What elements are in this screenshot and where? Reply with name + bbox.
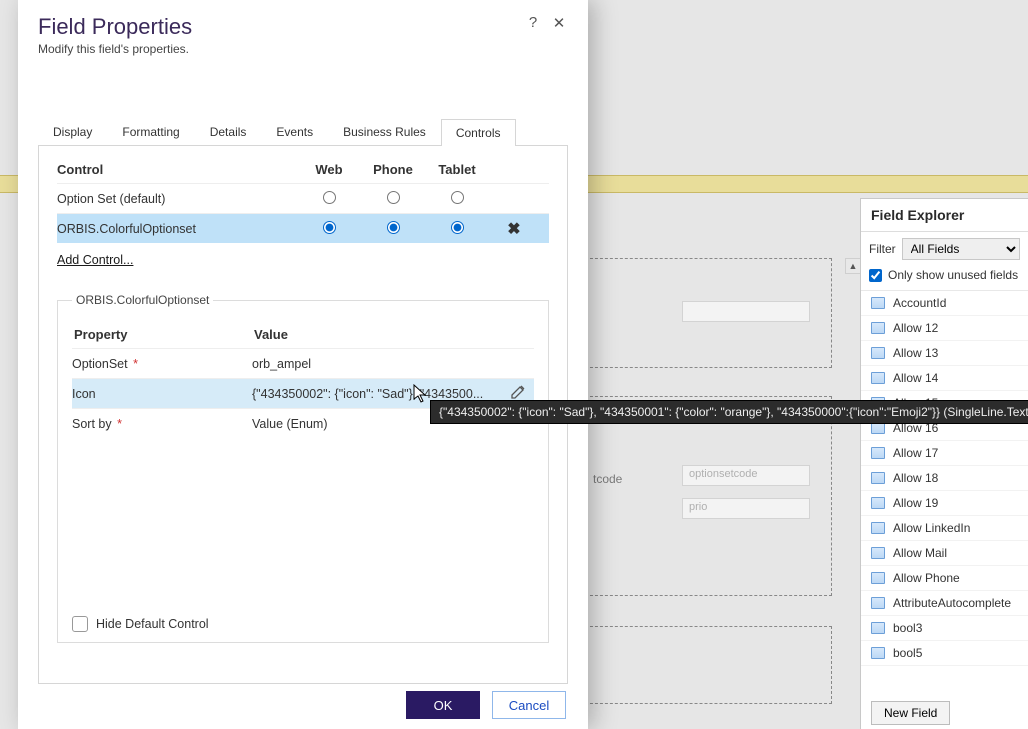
col-property: Property	[74, 327, 254, 342]
radio-phone[interactable]	[387, 191, 400, 204]
help-icon[interactable]: ?	[524, 14, 542, 32]
control-property-group: ORBIS.ColorfulOptionset Property Value O…	[57, 293, 549, 643]
filter-select[interactable]: All Fields	[902, 238, 1020, 260]
radio-web[interactable]	[323, 221, 336, 234]
tab-details[interactable]: Details	[195, 118, 262, 145]
field-explorer-item-label: Allow 13	[893, 346, 938, 360]
control-name: ORBIS.ColorfulOptionset	[57, 222, 297, 236]
background-form-area: tcode optionsetcode prio	[580, 258, 840, 718]
field-explorer-item[interactable]: Allow 14	[861, 366, 1028, 391]
field-icon	[871, 347, 885, 359]
field-explorer-item-label: Allow 12	[893, 321, 938, 335]
field-explorer-item[interactable]: Allow Mail	[861, 541, 1028, 566]
bg-field-label-code: tcode	[593, 472, 622, 486]
field-explorer-item[interactable]: Allow 12	[861, 316, 1028, 341]
property-row[interactable]: OptionSet *orb_ampel	[72, 348, 534, 378]
property-value: orb_ampel	[252, 357, 502, 371]
field-icon	[871, 522, 885, 534]
field-explorer-item[interactable]: bool5	[861, 641, 1028, 666]
col-tablet: Tablet	[425, 162, 489, 177]
control-name: Option Set (default)	[57, 192, 297, 206]
field-explorer-item-label: Allow 14	[893, 371, 938, 385]
field-icon	[871, 447, 885, 459]
field-explorer-item[interactable]: bool3	[861, 616, 1028, 641]
field-explorer-item-label: Allow 17	[893, 446, 938, 460]
field-explorer-item[interactable]: Allow Phone	[861, 566, 1028, 591]
col-web: Web	[297, 162, 361, 177]
field-icon	[871, 597, 885, 609]
field-explorer-item[interactable]: Allow 13	[861, 341, 1028, 366]
col-control: Control	[57, 162, 297, 177]
tab-events[interactable]: Events	[261, 118, 328, 145]
radio-tablet[interactable]	[451, 221, 464, 234]
filter-label: Filter	[869, 242, 896, 256]
field-explorer-item-label: Allow LinkedIn	[893, 521, 970, 535]
dialog-subtitle: Modify this field's properties.	[38, 42, 516, 56]
tab-business-rules[interactable]: Business Rules	[328, 118, 441, 145]
field-explorer-title: Field Explorer	[861, 199, 1028, 232]
property-group-legend: ORBIS.ColorfulOptionset	[72, 293, 213, 307]
radio-phone[interactable]	[387, 221, 400, 234]
control-row[interactable]: Option Set (default)	[57, 183, 549, 213]
property-name: Icon	[72, 387, 252, 401]
field-icon	[871, 572, 885, 584]
only-unused-label: Only show unused fields	[888, 268, 1018, 282]
field-explorer-item-label: Allow 18	[893, 471, 938, 485]
add-control-link[interactable]: Add Control...	[57, 253, 133, 267]
radio-tablet[interactable]	[451, 191, 464, 204]
property-name: Sort by *	[72, 417, 252, 431]
property-name: OptionSet *	[72, 357, 252, 371]
radio-web[interactable]	[323, 191, 336, 204]
col-value: Value	[254, 327, 500, 342]
field-explorer-item[interactable]: Allow LinkedIn	[861, 516, 1028, 541]
field-properties-dialog: Field Properties Modify this field's pro…	[18, 0, 588, 729]
tooltip: {"434350002": {"icon": "Sad"}, "43435000…	[430, 400, 1028, 424]
hide-default-checkbox[interactable]	[72, 616, 88, 632]
field-explorer-item-label: AccountId	[893, 296, 946, 310]
hide-default-label: Hide Default Control	[96, 617, 209, 631]
ok-button[interactable]: OK	[406, 691, 480, 719]
field-icon	[871, 622, 885, 634]
field-explorer-item[interactable]: Allow 18	[861, 466, 1028, 491]
field-explorer-item-label: bool3	[893, 621, 922, 635]
bg-scrollbar[interactable]: ▲	[845, 258, 861, 718]
new-field-button[interactable]: New Field	[871, 701, 950, 725]
field-icon	[871, 372, 885, 384]
field-explorer-item[interactable]: AttributeAutocomplete	[861, 591, 1028, 616]
field-icon	[871, 647, 885, 659]
field-explorer-item[interactable]: Allow 17	[861, 441, 1028, 466]
field-explorer-item[interactable]: AccountId	[861, 291, 1028, 316]
field-icon	[871, 322, 885, 334]
col-phone: Phone	[361, 162, 425, 177]
tabs: DisplayFormattingDetailsEventsBusiness R…	[38, 118, 568, 146]
field-explorer-item-label: Allow 19	[893, 496, 938, 510]
field-explorer-item-label: Allow Mail	[893, 546, 947, 560]
field-explorer-item-label: AttributeAutocomplete	[893, 596, 1011, 610]
field-icon	[871, 497, 885, 509]
bg-field-prio: prio	[682, 498, 810, 519]
field-explorer-panel: Field Explorer Filter All Fields Only sh…	[860, 198, 1028, 729]
tab-controls[interactable]: Controls	[441, 119, 516, 146]
close-icon[interactable]: ✕	[550, 14, 568, 32]
delete-control-icon[interactable]: ✖	[507, 219, 520, 239]
only-unused-checkbox[interactable]	[869, 269, 882, 282]
field-explorer-item-label: bool5	[893, 646, 922, 660]
dialog-title: Field Properties	[38, 14, 516, 40]
field-explorer-item[interactable]: Allow 19	[861, 491, 1028, 516]
control-row[interactable]: ORBIS.ColorfulOptionset ✖	[57, 213, 549, 243]
field-explorer-item-label: Allow Phone	[893, 571, 960, 585]
field-icon	[871, 472, 885, 484]
field-explorer-list: AccountId Allow 12 Allow 13 Allow 14 Allow 1…	[861, 291, 1028, 691]
field-icon	[871, 297, 885, 309]
field-icon	[871, 547, 885, 559]
property-value: {"434350002": {"icon": "Sad"}, "4343500.…	[252, 387, 502, 401]
cancel-button[interactable]: Cancel	[492, 691, 566, 719]
tab-display[interactable]: Display	[38, 118, 107, 145]
bg-field-optionsetcode: optionsetcode	[682, 465, 810, 486]
tab-formatting[interactable]: Formatting	[107, 118, 194, 145]
scroll-up-icon[interactable]: ▲	[845, 258, 861, 274]
